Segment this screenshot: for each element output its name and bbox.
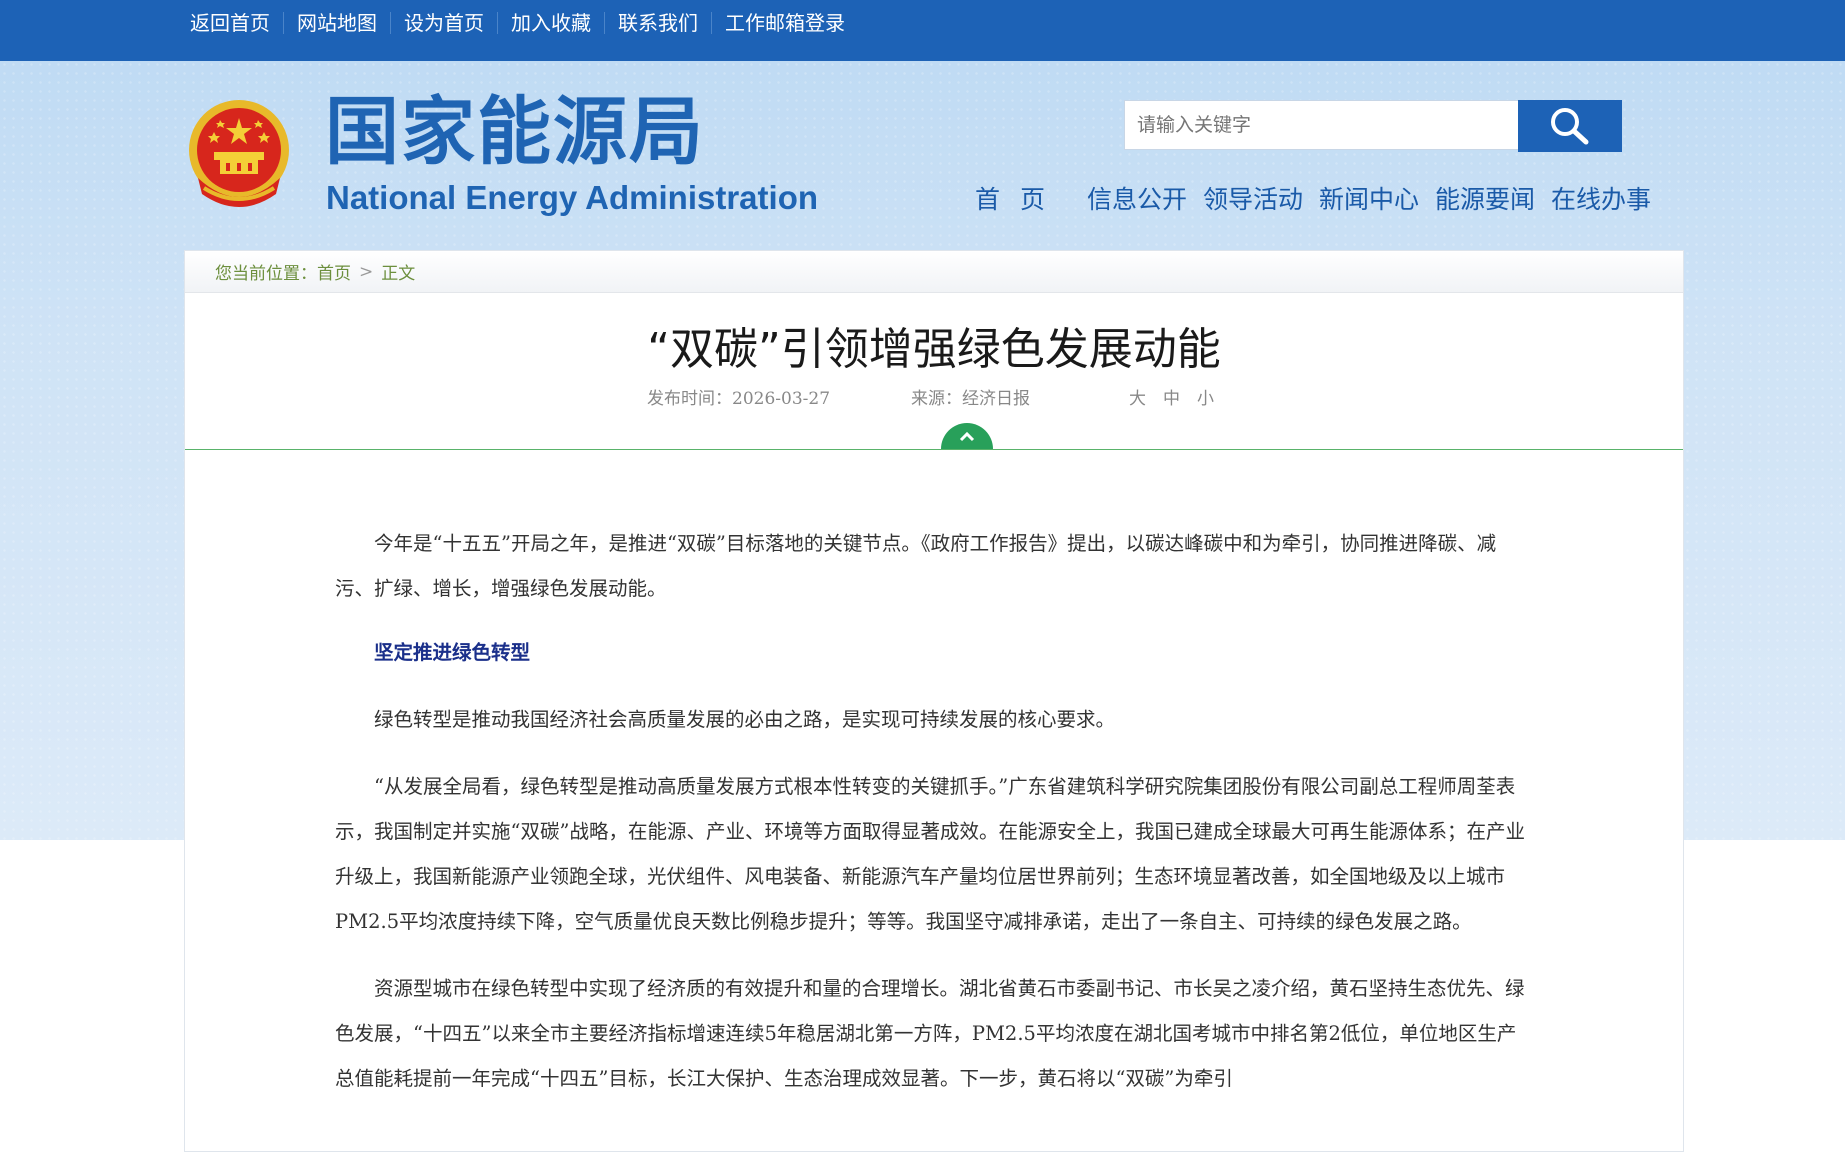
- chevron-up-icon: [959, 431, 975, 442]
- title-divider: [185, 449, 1683, 450]
- top-nav-contact[interactable]: 联系我们: [604, 12, 711, 34]
- article-title: “双碳”引领增强绿色发展动能: [647, 324, 1221, 375]
- national-emblem-icon[interactable]: [184, 98, 294, 214]
- search-box: [1124, 100, 1520, 150]
- article-paragraph: 资源型城市在绿色转型中实现了经济质的有效提升和量的合理增长。湖北省黄石市委副书记…: [335, 977, 1525, 1090]
- main-nav: 首 页 信息公开 领导活动 新闻中心 能源要闻 在线办事: [975, 180, 1667, 216]
- search-button[interactable]: [1518, 100, 1622, 152]
- font-size-small[interactable]: 小: [1197, 384, 1214, 409]
- breadcrumb-prefix: 您当前位置：: [215, 264, 317, 284]
- top-nav-add-favorite[interactable]: 加入收藏: [497, 12, 604, 34]
- top-nav-set-homepage[interactable]: 设为首页: [390, 12, 497, 34]
- top-nav-sitemap[interactable]: 网站地图: [283, 12, 390, 34]
- article-paragraph: 今年是“十五五”开局之年，是推进“双碳”目标落地的关键节点。《政府工作报告》提出…: [335, 532, 1497, 600]
- collapse-button[interactable]: [941, 423, 993, 449]
- site-logo-en[interactable]: National Energy Administration: [326, 181, 818, 214]
- main-nav-energy-news[interactable]: 能源要闻: [1435, 180, 1535, 216]
- breadcrumb-home[interactable]: 首页: [317, 259, 351, 284]
- main-nav-home[interactable]: 首 页: [975, 180, 1051, 216]
- search-input[interactable]: [1125, 101, 1509, 149]
- publish-time: 发布时间：2026-03-27: [647, 389, 831, 409]
- breadcrumb-current[interactable]: 正文: [381, 259, 415, 284]
- search-icon: [1551, 108, 1589, 145]
- article-paragraph: 绿色转型是推动我国经济社会高质量发展的必由之路，是实现可持续发展的核心要求。: [374, 708, 1116, 731]
- font-size-medium[interactable]: 中: [1163, 384, 1180, 409]
- article-paragraph: “从发展全局看，绿色转型是推动高质量发展方式根本性转变的关键抓手。”广东省建筑科…: [335, 775, 1525, 933]
- article-body: 今年是“十五五”开局之年，是推进“双碳”目标落地的关键节点。《政府工作报告》提出…: [335, 521, 1533, 1123]
- article-source: 来源：经济日报: [911, 389, 1030, 409]
- font-size-large[interactable]: 大: [1129, 384, 1146, 409]
- article-card: 您当前位置： 首页 > 正文 “双碳”引领增强绿色发展动能 发布时间：2026-…: [184, 250, 1684, 1152]
- top-nav-home[interactable]: 返回首页: [178, 12, 283, 34]
- article-subheading: 坚定推进绿色转型: [374, 641, 531, 664]
- main-nav-online-services[interactable]: 在线办事: [1551, 180, 1651, 216]
- main-nav-news-center[interactable]: 新闻中心: [1319, 180, 1419, 216]
- top-bar: 返回首页 网站地图 设为首页 加入收藏 联系我们 工作邮箱登录: [0, 0, 1845, 61]
- main-nav-info-disclosure[interactable]: 信息公开: [1087, 180, 1187, 216]
- top-nav: 返回首页 网站地图 设为首页 加入收藏 联系我们 工作邮箱登录: [178, 0, 858, 46]
- top-nav-email-login[interactable]: 工作邮箱登录: [711, 12, 858, 34]
- breadcrumb: 您当前位置： 首页 > 正文: [185, 251, 1683, 293]
- site-logo-cn[interactable]: 国家能源局: [325, 95, 705, 169]
- main-nav-leader-activities[interactable]: 领导活动: [1203, 180, 1303, 216]
- breadcrumb-separator: >: [359, 261, 374, 282]
